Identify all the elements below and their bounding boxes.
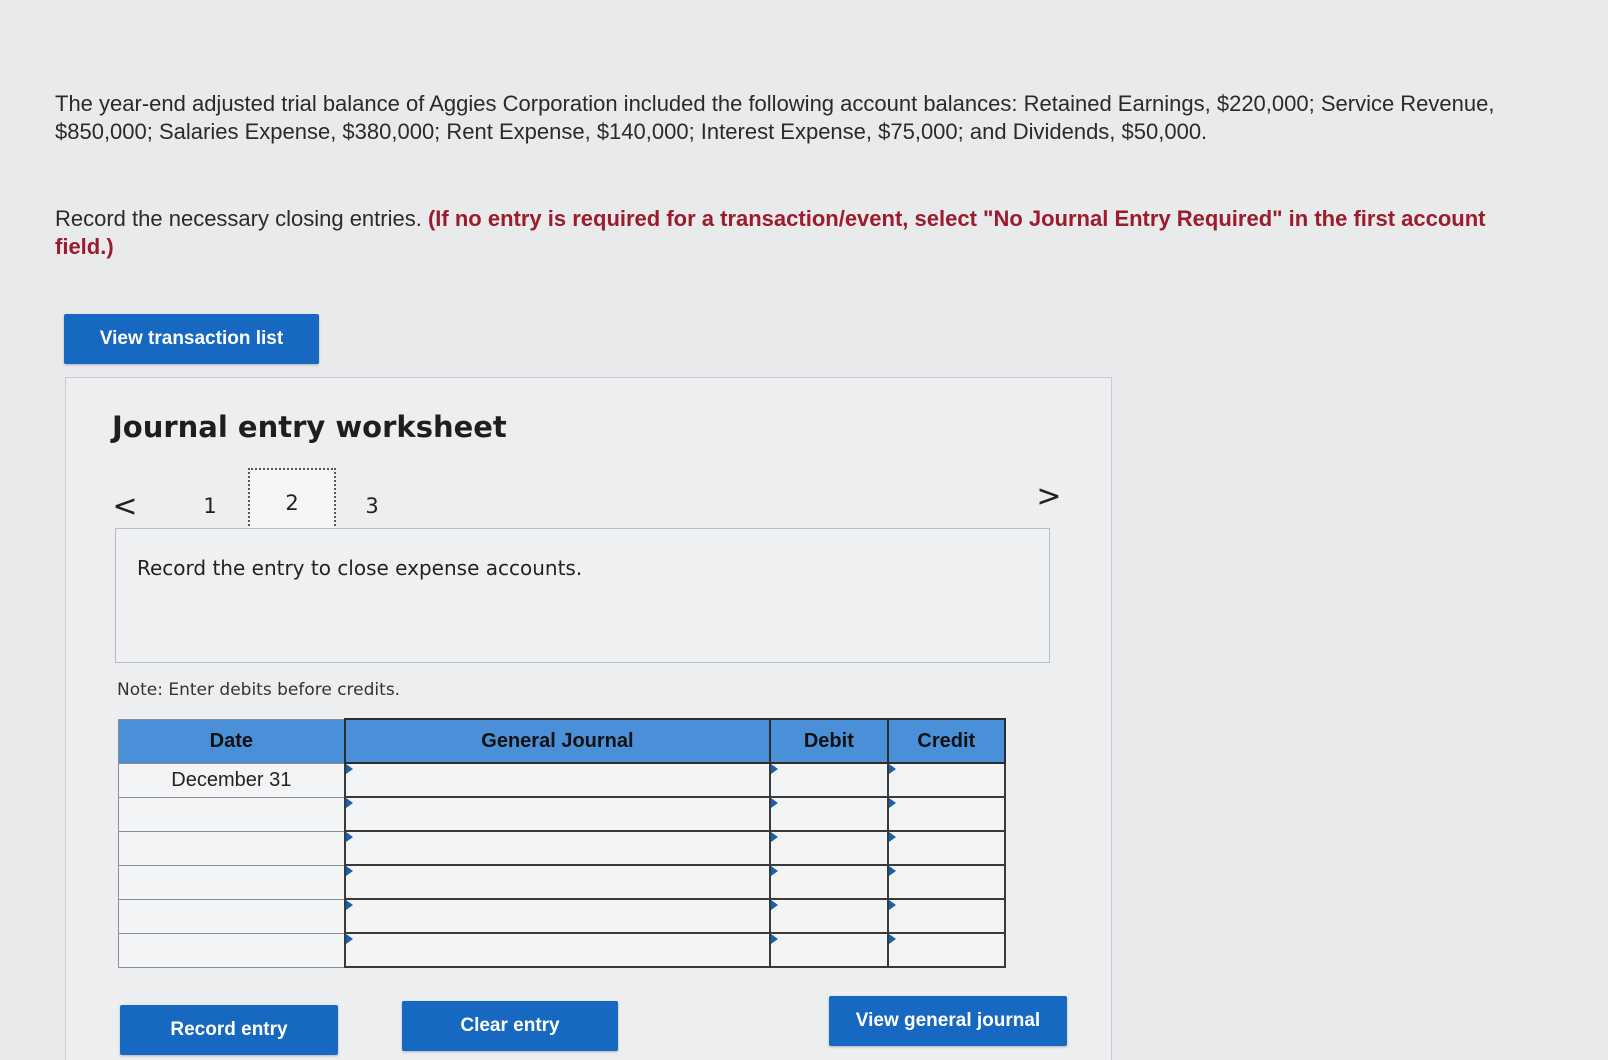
credit-input[interactable] bbox=[888, 866, 1004, 898]
general-journal-table: Date General Journal Debit Credit Decemb… bbox=[117, 718, 1007, 968]
account-cell[interactable] bbox=[343, 864, 772, 900]
dropdown-marker-icon bbox=[888, 934, 896, 944]
dropdown-marker-icon bbox=[888, 798, 896, 808]
account-input[interactable] bbox=[345, 764, 770, 796]
date-cell bbox=[117, 864, 346, 900]
dropdown-marker-icon bbox=[345, 764, 353, 774]
entry-description-box bbox=[115, 528, 1050, 663]
credit-cell[interactable] bbox=[886, 898, 1007, 934]
account-cell[interactable] bbox=[343, 830, 772, 866]
instruction-text: Record the necessary closing entries. bbox=[55, 206, 428, 231]
table-row bbox=[117, 864, 1007, 900]
record-entry-button[interactable]: Record entry bbox=[120, 1005, 338, 1055]
general-journal-column-header: General Journal bbox=[343, 718, 772, 764]
debit-cell[interactable] bbox=[769, 796, 889, 832]
credit-cell[interactable] bbox=[886, 830, 1007, 866]
debit-input[interactable] bbox=[771, 832, 887, 864]
account-cell[interactable] bbox=[343, 762, 772, 798]
credit-input[interactable] bbox=[888, 900, 1004, 932]
dropdown-marker-icon bbox=[345, 866, 353, 876]
debit-cell[interactable] bbox=[769, 932, 889, 968]
credit-input[interactable] bbox=[888, 934, 1004, 966]
date-cell bbox=[117, 932, 346, 968]
table-row bbox=[117, 932, 1007, 968]
dropdown-marker-icon bbox=[771, 934, 779, 944]
table-row: December 31 bbox=[117, 762, 1007, 798]
dropdown-marker-icon bbox=[345, 900, 353, 910]
note-text: Note: Enter debits before credits. bbox=[117, 680, 401, 700]
dropdown-marker-icon bbox=[771, 764, 779, 774]
dropdown-marker-icon bbox=[771, 866, 779, 876]
dropdown-marker-icon bbox=[888, 832, 896, 842]
debit-column-header: Debit bbox=[769, 718, 889, 764]
table-row bbox=[117, 898, 1007, 934]
view-transaction-list-button[interactable]: View transaction list bbox=[64, 314, 319, 364]
credit-input[interactable] bbox=[888, 764, 1004, 796]
debit-input[interactable] bbox=[771, 934, 887, 966]
page: The year-end adjusted trial balance of A… bbox=[0, 0, 1608, 1060]
dropdown-marker-icon bbox=[345, 798, 353, 808]
table-row bbox=[117, 796, 1007, 832]
debit-cell[interactable] bbox=[769, 762, 889, 798]
problem-intro: The year-end adjusted trial balance of A… bbox=[55, 91, 1495, 144]
chevron-left-icon[interactable]: < bbox=[110, 476, 140, 536]
credit-cell[interactable] bbox=[886, 932, 1007, 968]
account-cell[interactable] bbox=[343, 932, 772, 968]
account-input[interactable] bbox=[345, 934, 770, 966]
date-cell: December 31 bbox=[117, 762, 346, 798]
debit-input[interactable] bbox=[771, 764, 887, 796]
dropdown-marker-icon bbox=[771, 832, 779, 842]
debit-input[interactable] bbox=[771, 866, 887, 898]
dropdown-marker-icon bbox=[771, 798, 779, 808]
credit-cell[interactable] bbox=[886, 864, 1007, 900]
worksheet-page-1[interactable]: 1 bbox=[190, 476, 230, 536]
table-row bbox=[117, 830, 1007, 866]
credit-input[interactable] bbox=[888, 798, 1004, 830]
debit-cell[interactable] bbox=[769, 864, 889, 900]
account-input[interactable] bbox=[345, 900, 770, 932]
debit-input[interactable] bbox=[771, 798, 887, 830]
dropdown-marker-icon bbox=[771, 900, 779, 910]
date-cell bbox=[117, 898, 346, 934]
account-cell[interactable] bbox=[343, 796, 772, 832]
dropdown-marker-icon bbox=[345, 934, 353, 944]
worksheet-page-3[interactable]: 3 bbox=[352, 476, 392, 536]
dropdown-marker-icon bbox=[888, 900, 896, 910]
date-cell bbox=[117, 796, 346, 832]
clear-entry-button[interactable]: Clear entry bbox=[402, 1001, 618, 1051]
debit-input[interactable] bbox=[771, 900, 887, 932]
dropdown-marker-icon bbox=[888, 866, 896, 876]
debit-cell[interactable] bbox=[769, 898, 889, 934]
account-cell[interactable] bbox=[343, 898, 772, 934]
account-input[interactable] bbox=[345, 798, 770, 830]
credit-cell[interactable] bbox=[886, 796, 1007, 832]
credit-column-header: Credit bbox=[886, 718, 1007, 764]
chevron-right-icon[interactable]: > bbox=[1034, 466, 1064, 526]
problem-instruction: Record the necessary closing entries. (I… bbox=[55, 205, 1535, 261]
credit-input[interactable] bbox=[888, 832, 1004, 864]
account-input[interactable] bbox=[345, 832, 770, 864]
account-input[interactable] bbox=[345, 866, 770, 898]
worksheet-title: Journal entry worksheet bbox=[112, 410, 507, 444]
dropdown-marker-icon bbox=[345, 832, 353, 842]
view-general-journal-button[interactable]: View general journal bbox=[829, 996, 1067, 1046]
entry-description: Record the entry to close expense accoun… bbox=[137, 556, 583, 580]
date-column-header: Date bbox=[117, 718, 346, 764]
dropdown-marker-icon bbox=[888, 764, 896, 774]
credit-cell[interactable] bbox=[886, 762, 1007, 798]
date-cell bbox=[117, 830, 346, 866]
table-header-row: Date General Journal Debit Credit bbox=[117, 718, 1007, 764]
debit-cell[interactable] bbox=[769, 830, 889, 866]
